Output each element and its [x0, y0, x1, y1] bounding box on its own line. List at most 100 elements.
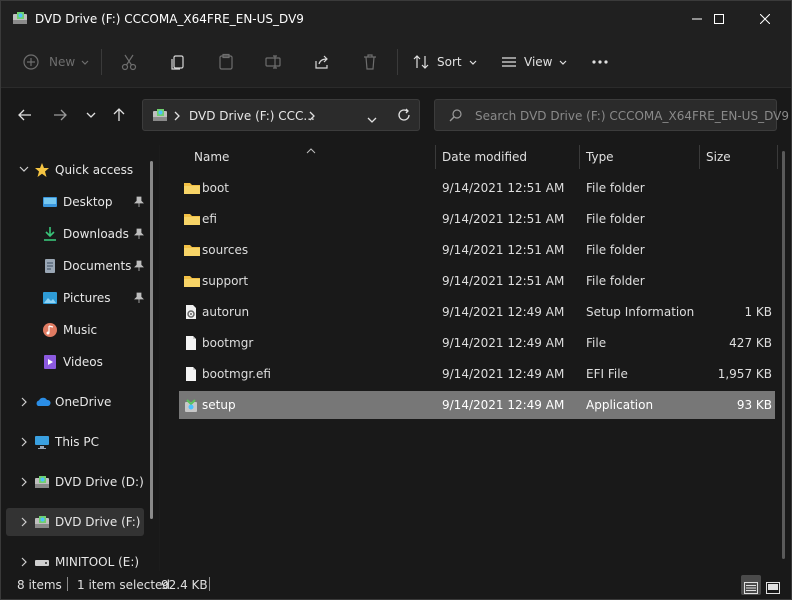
dvd-icon [34, 515, 50, 532]
file-date: 9/14/2021 12:51 AM [442, 181, 565, 195]
column-name[interactable]: Name [194, 150, 229, 164]
file-name: support [202, 274, 249, 288]
sidebar-item-desktop[interactable]: Desktop [6, 188, 144, 216]
sidebar-item-label: This PC [55, 435, 99, 449]
sidebar-item-dvd-drive-f[interactable]: DVD Drive (F:) CC [6, 508, 144, 536]
sidebar-item-this-pc[interactable]: This PC [6, 428, 144, 456]
details-view-icon [744, 582, 758, 594]
delete-button[interactable] [361, 49, 379, 75]
sidebar-item-documents[interactable]: Documents [6, 252, 144, 280]
chevron-right-icon[interactable] [19, 557, 29, 567]
file-row-selected[interactable]: setup 9/14/2021 12:49 AM Application 93 … [179, 391, 775, 419]
back-button[interactable] [13, 101, 37, 129]
sidebar-item-label: Pictures [63, 291, 111, 305]
file-row[interactable]: autorun 9/14/2021 12:49 AM Setup Informa… [179, 298, 775, 326]
arrow-right-icon [53, 109, 67, 121]
selection-count: 1 item selected [77, 578, 171, 592]
file-date: 9/14/2021 12:51 AM [442, 212, 565, 226]
file-row[interactable]: support 9/14/2021 12:51 AM File folder [179, 267, 775, 295]
sidebar-item-music[interactable]: Music [6, 316, 144, 344]
large-icons-view-icon [766, 582, 780, 594]
paste-button[interactable] [217, 49, 235, 75]
music-icon [42, 322, 58, 341]
file-row[interactable]: sources 9/14/2021 12:51 AM File folder [179, 236, 775, 264]
column-divider[interactable] [435, 145, 436, 169]
more-icon [591, 59, 609, 65]
rename-icon [264, 53, 282, 71]
column-divider[interactable] [699, 145, 700, 169]
status-divider [67, 577, 68, 591]
file-row[interactable]: boot 9/14/2021 12:51 AM File folder [179, 174, 775, 202]
sort-button[interactable]: Sort [412, 49, 477, 75]
delete-icon [361, 53, 379, 71]
file-date: 9/14/2021 12:49 AM [442, 398, 565, 412]
file-list-scrollbar[interactable] [782, 151, 785, 559]
large-icons-view-button[interactable] [763, 575, 783, 595]
chevron-right-icon[interactable] [309, 110, 315, 124]
file-name: bootmgr [202, 336, 254, 350]
more-options-button[interactable] [591, 49, 609, 75]
forward-button[interactable] [48, 101, 72, 129]
pc-icon [34, 434, 50, 453]
column-divider[interactable] [777, 145, 778, 169]
sidebar-item-minitool-e[interactable]: MINITOOL (E:) [6, 548, 144, 571]
file-size: 1,957 KB [717, 367, 772, 381]
window-title: DVD Drive (F:) CCCOMA_X64FRE_EN-US_DV9 [35, 12, 304, 26]
breadcrumb[interactable]: DVD Drive (F:) CCC... [189, 109, 315, 123]
chevron-right-icon[interactable] [19, 437, 29, 447]
file-icon [183, 335, 199, 351]
search-input[interactable]: Search DVD Drive (F:) CCCOMA_X64FRE_EN-U… [434, 99, 789, 131]
up-button[interactable] [107, 101, 131, 129]
file-type: File folder [586, 212, 645, 226]
chevron-right-icon[interactable] [19, 397, 29, 407]
cut-button[interactable] [120, 49, 138, 75]
rename-button[interactable] [264, 49, 282, 75]
pin-icon [134, 292, 144, 307]
sidebar-item-downloads[interactable]: Downloads [6, 220, 144, 248]
close-button[interactable] [742, 1, 788, 37]
sort-ascending-icon [306, 143, 316, 157]
status-bar: 8 items 1 item selected 92.4 KB [1, 571, 791, 599]
sidebar-scrollbar[interactable] [150, 161, 153, 519]
chevron-down-icon[interactable] [19, 166, 29, 172]
status-divider [209, 577, 210, 591]
file-name: sources [202, 243, 249, 257]
title-bar[interactable]: DVD Drive (F:) CCCOMA_X64FRE_EN-US_DV9 [1, 1, 791, 37]
sidebar-item-videos[interactable]: Videos [6, 348, 144, 376]
address-bar[interactable]: DVD Drive (F:) CCC... [142, 99, 420, 131]
new-label: New [49, 55, 76, 69]
column-divider[interactable] [579, 145, 580, 169]
share-button[interactable] [313, 49, 331, 75]
sidebar-item-pictures[interactable]: Pictures [6, 284, 144, 312]
copy-button[interactable] [169, 49, 187, 75]
explorer-window: DVD Drive (F:) CCCOMA_X64FRE_EN-US_DV9 N… [0, 0, 792, 600]
file-name: setup [202, 398, 236, 412]
pictures-icon [42, 290, 58, 309]
sidebar-item-quick-access[interactable]: Quick access [6, 156, 144, 184]
details-view-button[interactable] [741, 575, 761, 595]
file-row[interactable]: bootmgr 9/14/2021 12:49 AM File 427 KB [179, 329, 775, 357]
column-size[interactable]: Size [706, 150, 731, 164]
file-size: 1 KB [744, 305, 772, 319]
sidebar-item-label: Music [63, 323, 98, 337]
chevron-right-icon[interactable] [19, 517, 29, 527]
search-icon [449, 109, 462, 125]
recent-locations-button[interactable] [79, 101, 103, 129]
column-date-modified[interactable]: Date modified [442, 150, 527, 164]
address-history-dropdown[interactable] [367, 112, 377, 126]
file-date: 9/14/2021 12:51 AM [442, 274, 565, 288]
pane-divider[interactable] [159, 145, 160, 571]
file-type: Setup Information [586, 305, 695, 319]
refresh-icon[interactable] [397, 108, 411, 125]
maximize-button[interactable] [696, 1, 742, 37]
file-name: efi [202, 212, 217, 226]
sidebar-item-onedrive[interactable]: OneDrive [6, 388, 144, 416]
view-button[interactable]: View [500, 49, 567, 75]
column-type[interactable]: Type [586, 150, 614, 164]
sidebar-item-dvd-drive-d[interactable]: DVD Drive (D:) CC [6, 468, 144, 496]
folder-icon [183, 180, 200, 196]
file-row[interactable]: efi 9/14/2021 12:51 AM File folder [179, 205, 775, 233]
file-row[interactable]: bootmgr.efi 9/14/2021 12:49 AM EFI File … [179, 360, 775, 388]
chevron-right-icon[interactable] [19, 477, 29, 487]
new-button[interactable]: New [23, 49, 89, 75]
